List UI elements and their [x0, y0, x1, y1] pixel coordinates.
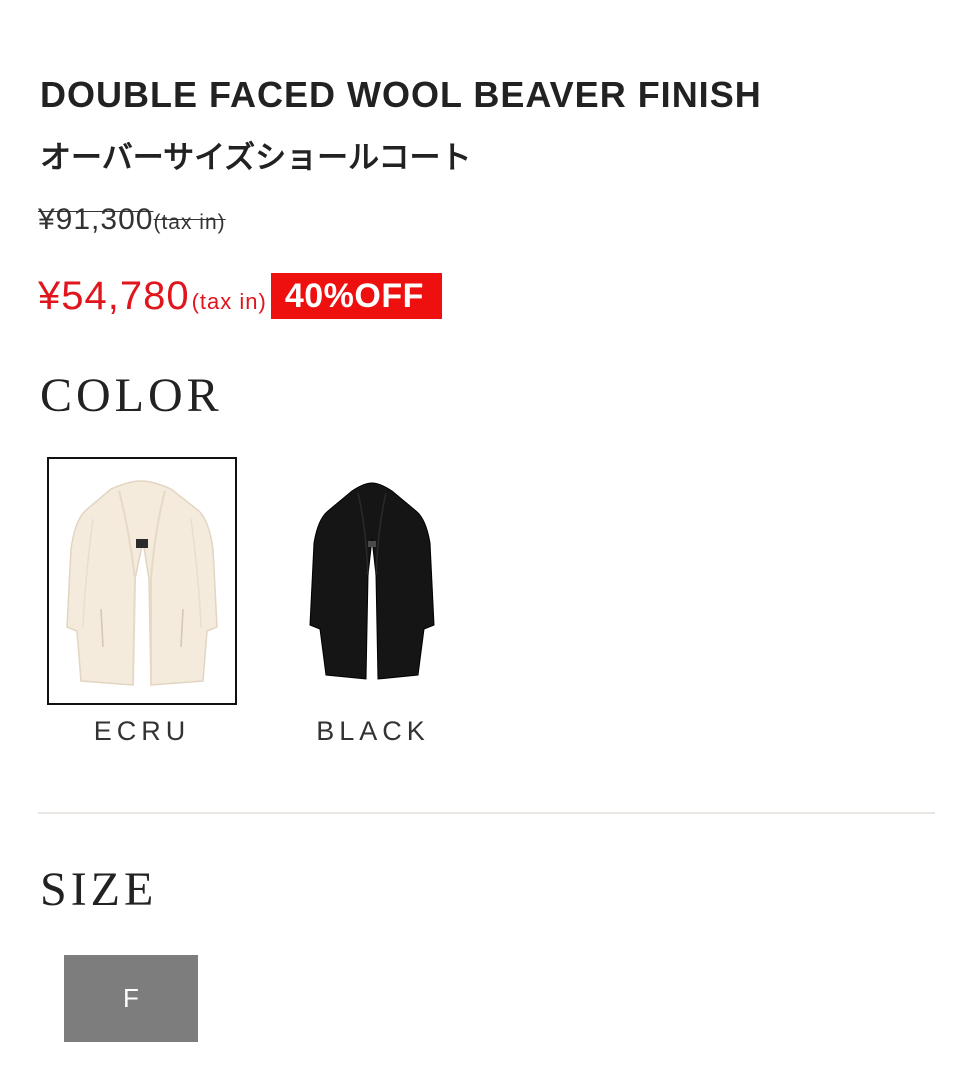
- color-heading: COLOR: [40, 369, 223, 422]
- product-title-jp: オーバーサイズショールコート: [40, 140, 472, 176]
- color-swatch-black[interactable]: [278, 457, 464, 701]
- original-price: ¥91,300(tax in): [38, 203, 226, 237]
- original-price-tax-note: (tax in): [153, 211, 226, 234]
- color-label-ecru[interactable]: ECRU: [47, 716, 237, 747]
- color-swatch-ecru[interactable]: [47, 457, 237, 705]
- original-price-value: ¥91,300: [38, 203, 154, 236]
- sale-price-row: ¥54,780 (tax in) 40%OFF: [38, 272, 442, 320]
- section-divider: [38, 812, 935, 814]
- size-option-f[interactable]: F: [64, 955, 198, 1042]
- sale-price-value: ¥54,780: [38, 273, 190, 318]
- discount-badge: 40%OFF: [270, 273, 442, 319]
- product-title-en: DOUBLE FACED WOOL BEAVER FINISH: [40, 74, 762, 115]
- coat-ecru-thumbnail-icon: [66, 480, 218, 686]
- size-heading: SIZE: [40, 863, 158, 916]
- coat-black-thumbnail-icon: [309, 482, 435, 680]
- sale-price-tax-note: (tax in): [191, 289, 267, 314]
- color-label-black[interactable]: BLACK: [278, 716, 468, 747]
